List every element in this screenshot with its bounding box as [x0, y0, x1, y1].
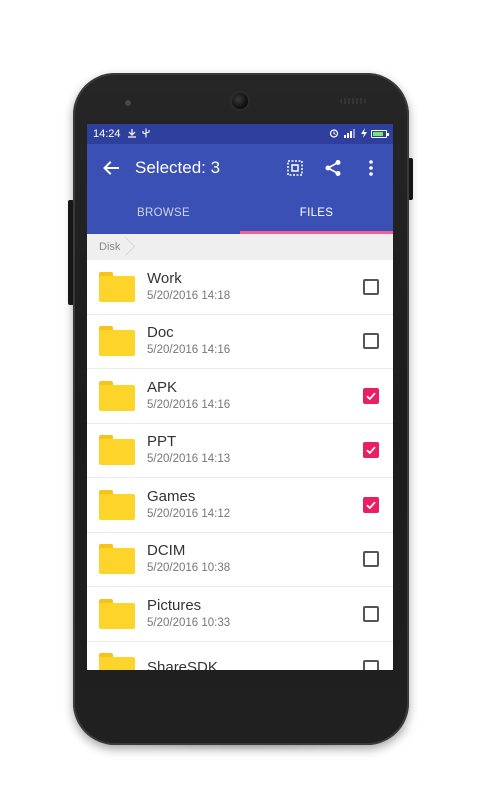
- select-checkbox[interactable]: [363, 278, 379, 295]
- file-date: 5/20/2016 14:18: [147, 289, 231, 302]
- list-item[interactable]: Work 5/20/2016 14:18: [87, 260, 393, 315]
- list-item[interactable]: Games 5/20/2016 14:12: [87, 478, 393, 533]
- select-all-icon[interactable]: [283, 156, 307, 180]
- charging-icon: [361, 127, 367, 141]
- usb-icon: [127, 128, 137, 141]
- folder-icon: [99, 326, 135, 357]
- status-time: 14:24: [93, 128, 121, 140]
- folder-icon: [99, 271, 135, 302]
- file-name: Work: [147, 269, 182, 287]
- select-checkbox[interactable]: [363, 551, 379, 568]
- check-icon: [366, 392, 376, 401]
- folder-icon: [99, 544, 135, 575]
- file-name: Games: [147, 487, 196, 505]
- file-name: DCIM: [147, 542, 186, 560]
- select-checkbox[interactable]: [363, 333, 379, 350]
- alarm-icon: [329, 128, 339, 141]
- file-name: ShareSDK: [147, 658, 218, 670]
- list-item[interactable]: APK 5/20/2016 14:16: [87, 369, 393, 424]
- check-icon: [366, 446, 376, 455]
- tab-bar: BROWSE FILES: [87, 192, 393, 234]
- list-item[interactable]: DCIM 5/20/2016 10:38: [87, 532, 393, 587]
- list-item[interactable]: PPT 5/20/2016 14:13: [87, 423, 393, 478]
- select-checkbox-checked[interactable]: [363, 387, 379, 404]
- screen: 14:24 Selected: 3 BROWSE FILES Disk Work…: [87, 124, 393, 670]
- breadcrumb: Disk: [87, 234, 393, 260]
- front-camera: [232, 93, 248, 109]
- tab-browse[interactable]: BROWSE: [87, 192, 240, 234]
- usb-debug-icon: [141, 128, 151, 141]
- file-date: 5/20/2016 14:16: [147, 398, 231, 411]
- file-date: 5/20/2016 14:13: [147, 453, 231, 466]
- list-item[interactable]: Pictures 5/20/2016 10:33: [87, 587, 393, 642]
- file-date: 5/20/2016 10:38: [147, 562, 231, 575]
- tab-files[interactable]: FILES: [240, 192, 393, 234]
- file-name: PPT: [147, 433, 177, 451]
- app-bar: Selected: 3: [87, 144, 393, 192]
- selection-count-title: Selected: 3: [135, 158, 221, 177]
- list-item[interactable]: ShareSDK: [87, 641, 393, 670]
- file-date: 5/20/2016 14:16: [147, 344, 231, 357]
- file-date: 5/20/2016 10:33: [147, 616, 231, 629]
- select-checkbox-checked[interactable]: [363, 442, 379, 459]
- folder-icon: [99, 380, 135, 411]
- select-checkbox-checked[interactable]: [363, 496, 379, 513]
- file-name: APK: [147, 378, 178, 396]
- back-arrow-icon[interactable]: [99, 156, 123, 180]
- signal-icon: [343, 128, 357, 141]
- share-icon[interactable]: [321, 156, 345, 180]
- file-date: 5/20/2016 14:12: [147, 507, 231, 520]
- battery-icon: [371, 130, 389, 138]
- folder-icon: [99, 489, 135, 520]
- proximity-sensor: [125, 100, 131, 106]
- select-checkbox[interactable]: [363, 660, 379, 670]
- folder-icon: [99, 435, 135, 466]
- status-bar: 14:24: [87, 124, 393, 144]
- list-item[interactable]: Doc 5/20/2016 14:16: [87, 314, 393, 369]
- tab-indicator: [240, 231, 393, 234]
- check-icon: [366, 501, 376, 510]
- file-name: Doc: [147, 324, 174, 342]
- folder-icon: [99, 653, 135, 670]
- file-name: Pictures: [147, 596, 202, 614]
- earpiece-speaker: [340, 98, 366, 104]
- select-checkbox[interactable]: [363, 605, 379, 622]
- more-vert-icon[interactable]: [359, 156, 383, 180]
- folder-icon: [99, 598, 135, 629]
- chevron-right-icon: [128, 234, 136, 260]
- file-list: Work 5/20/2016 14:18 Doc 5/20/2016 14:16 A…: [87, 260, 393, 670]
